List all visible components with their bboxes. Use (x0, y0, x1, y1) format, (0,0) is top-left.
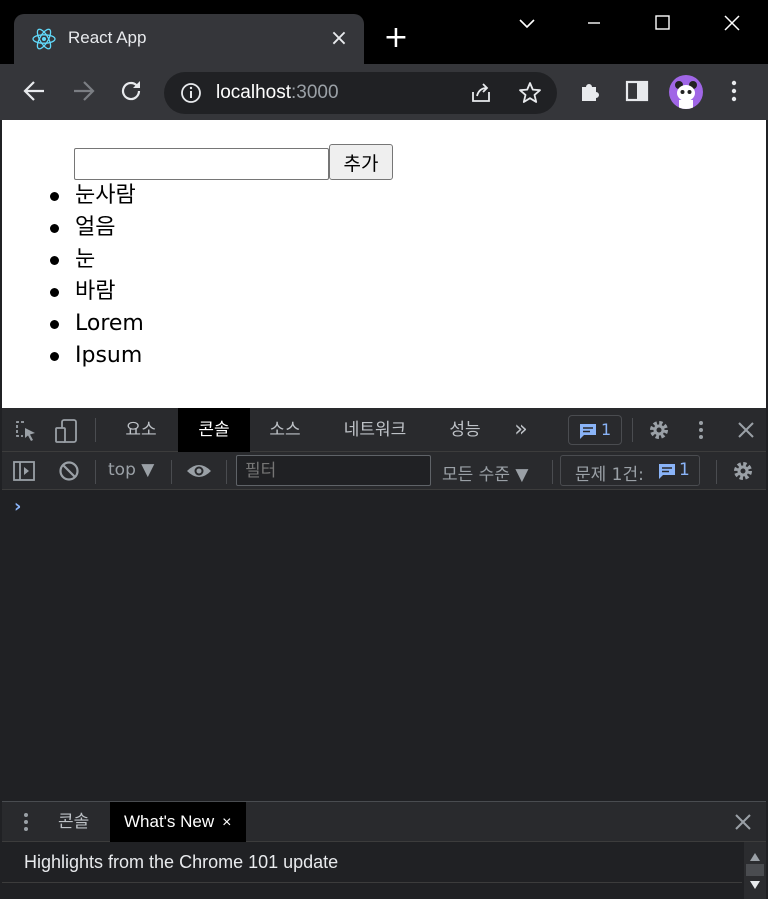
tab-sources[interactable]: 소스 (254, 408, 316, 452)
toolbar-divider (95, 460, 96, 484)
devtools-close-icon[interactable] (736, 420, 756, 440)
extensions-icon[interactable] (576, 76, 606, 106)
context-selector[interactable]: top ▼ (108, 460, 154, 480)
tab-close-button[interactable]: × (326, 26, 352, 52)
url-host: localhost (216, 82, 291, 103)
toolbar-divider (632, 418, 633, 442)
list-item-text: 눈 (75, 247, 96, 272)
browser-menu-icon[interactable] (719, 76, 749, 106)
list-item: 얼음 (40, 212, 144, 244)
scroll-up-icon[interactable] (749, 852, 761, 862)
item-list: 눈사람얼음눈바람 Lorem Ipsum (40, 180, 144, 372)
url-port: :3000 (291, 82, 339, 103)
settings-gear-icon[interactable] (647, 418, 671, 442)
browser-tab[interactable]: React App × (14, 14, 364, 64)
console-filter-input[interactable] (236, 455, 431, 486)
side-panel-icon[interactable] (622, 76, 652, 106)
list-item: 눈 (40, 244, 144, 276)
list-item-text: Ipsum (75, 343, 143, 368)
new-tab-button[interactable]: + (380, 22, 412, 54)
window-close-icon[interactable] (712, 10, 752, 38)
issues-counter-label: 문제 1건: (575, 465, 644, 485)
tab-title: React App (68, 28, 147, 47)
message-icon (659, 464, 675, 479)
toolbar-divider (226, 460, 227, 484)
drawer-scrollbar[interactable] (744, 842, 766, 899)
profile-avatar[interactable] (669, 75, 703, 109)
drawer-content-divider (2, 882, 742, 899)
issues-badge-count: 1 (601, 420, 612, 439)
devtools-menu-icon[interactable] (691, 418, 711, 442)
toolbar-divider (171, 460, 172, 484)
whats-new-close-button[interactable]: × (222, 814, 231, 831)
devtools-tabbar: 요소 콘솔 소스 네트워크 성능 » 1 (2, 408, 766, 452)
list-item-text: 바람 (75, 279, 116, 304)
bookmark-star-icon[interactable] (518, 81, 542, 105)
tab-performance[interactable]: 성능 (436, 408, 494, 452)
list-item: Lorem (40, 308, 144, 340)
list-item-text: 얼음 (75, 215, 116, 240)
issues-badge-button[interactable]: 1 (568, 415, 622, 445)
panda-avatar-icon (675, 81, 697, 109)
toolbar-divider (95, 418, 96, 442)
drawer-tab-whats-new[interactable]: What's New × (110, 802, 246, 842)
url-text: localhost:3000 (216, 82, 339, 104)
list-item-text: 눈사람 (75, 183, 136, 208)
whats-new-headline: Highlights from the Chrome 101 update (24, 852, 339, 872)
drawer-close-icon[interactable] (734, 813, 752, 831)
drawer-tab-whats-new-label: What's New (124, 812, 215, 831)
devtools-drawer: 콘솔 What's New × Highlights from the Chrom… (2, 801, 766, 899)
log-levels-dropdown[interactable]: 모든 수준 ▼ (442, 460, 528, 485)
list-item-text: Lorem (75, 311, 144, 336)
list-item: 눈사람 (40, 180, 144, 212)
console-settings-gear-icon[interactable] (731, 459, 755, 483)
tab-elements[interactable]: 요소 (110, 408, 172, 452)
item-input[interactable] (74, 148, 329, 180)
browser-toolbar: localhost:3000 (0, 64, 768, 120)
message-icon (580, 424, 596, 439)
forward-icon[interactable] (68, 76, 98, 106)
scrollbar-thumb[interactable] (746, 864, 764, 876)
toolbar-divider (552, 460, 553, 484)
maximize-icon[interactable] (642, 10, 682, 38)
sidebar-toggle-icon[interactable] (12, 460, 36, 482)
drawer-tab-console[interactable]: 콘솔 (58, 802, 89, 842)
devtools-panel: 요소 콘솔 소스 네트워크 성능 » 1 top ▼ 필터 모든 수준 ▼ 문제… (2, 408, 766, 899)
issues-counter-count: 1 (679, 460, 690, 480)
react-logo-icon (32, 28, 56, 50)
add-button[interactable]: 추가 (329, 144, 393, 180)
list-item: Ipsum (40, 340, 144, 372)
clear-console-icon[interactable] (58, 460, 80, 482)
device-toolbar-icon[interactable] (54, 418, 78, 444)
page-viewport: 추가 눈사람얼음눈바람 Lorem Ipsum (2, 120, 766, 408)
window-titlebar: React App × + (0, 0, 768, 64)
back-icon[interactable] (20, 76, 50, 106)
toolbar-divider (716, 460, 717, 484)
share-icon[interactable] (469, 82, 493, 104)
scroll-down-icon[interactable] (749, 880, 761, 890)
tab-console[interactable]: 콘솔 (178, 408, 250, 452)
whats-new-content: Highlights from the Chrome 101 update (2, 842, 742, 882)
tab-network[interactable]: 네트워크 (332, 408, 418, 452)
drawer-tabbar: 콘솔 What's New × (2, 801, 766, 842)
address-bar[interactable]: localhost:3000 (164, 72, 557, 114)
console-prompt[interactable]: › (14, 496, 21, 517)
issues-counter-button[interactable]: 문제 1건: 1 (560, 455, 700, 486)
minimize-icon[interactable] (574, 10, 614, 38)
live-expression-eye-icon[interactable] (185, 462, 213, 480)
list-item: 바람 (40, 276, 144, 308)
tab-search-icon[interactable] (507, 10, 547, 38)
reload-icon[interactable] (116, 76, 146, 106)
drawer-menu-icon[interactable] (18, 811, 34, 833)
site-info-icon[interactable] (180, 82, 202, 104)
console-toolbar: top ▼ 모든 수준 ▼ 문제 1건: 1 (2, 452, 766, 490)
inspect-element-icon[interactable] (14, 419, 38, 443)
more-tabs-button[interactable]: » (506, 408, 536, 452)
